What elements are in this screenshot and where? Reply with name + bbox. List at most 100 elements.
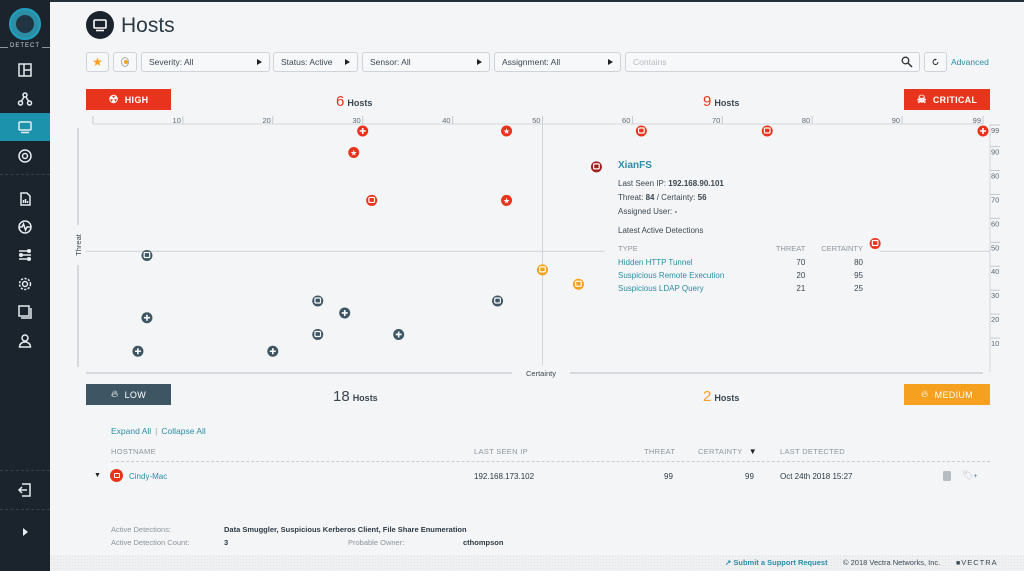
col-threat: THREAT	[775, 244, 806, 253]
sidebar-item-detections[interactable]	[0, 142, 50, 170]
host-point-star[interactable]: ★	[348, 147, 360, 159]
sidebar-item-reports[interactable]	[0, 185, 50, 213]
critical-count: 9 Hosts	[703, 93, 740, 110]
sidebar-item-user[interactable]	[0, 327, 50, 355]
col-certainty[interactable]: CERTAINTY ▼	[698, 447, 757, 456]
detection-link[interactable]: Suspicious Remote Execution	[618, 271, 724, 280]
col-last-detected[interactable]: LAST DETECTED	[780, 447, 845, 456]
host-point-star[interactable]: ★	[501, 194, 513, 206]
sort-desc-icon: ▼	[748, 447, 757, 456]
status-filter[interactable]: Status: Active	[273, 52, 358, 72]
detection-certainty: 80	[854, 258, 863, 267]
skull-icon: ☠	[916, 94, 927, 106]
divider	[0, 509, 50, 510]
search-icon[interactable]	[901, 56, 913, 68]
host-point-host[interactable]	[492, 295, 504, 307]
sidebar-item-settings[interactable]	[0, 270, 50, 298]
col-certainty: CERTAINTY	[821, 244, 863, 253]
detection-link[interactable]: Suspicious LDAP Query	[618, 284, 704, 293]
x-tick-label: 30	[352, 116, 360, 125]
popup-hostname[interactable]: XianFS	[618, 160, 868, 171]
point-marker	[635, 125, 647, 137]
host-point-host[interactable]	[312, 328, 324, 340]
host-point-plus[interactable]	[132, 345, 144, 357]
search-input[interactable]: Contains	[625, 52, 920, 72]
detection-threat: 70	[796, 258, 806, 267]
low-label: LOW	[124, 389, 147, 400]
target-button[interactable]	[113, 52, 137, 72]
sidebar-expand-button[interactable]	[0, 518, 50, 546]
user-icon	[18, 334, 32, 348]
logo[interactable]	[9, 8, 41, 40]
add-tag-icon[interactable]: 🏷︎+	[962, 470, 978, 481]
star-icon: ★	[350, 149, 357, 158]
assignment-filter-label: Assignment: All	[502, 57, 561, 67]
favorites-button[interactable]: ★	[86, 52, 109, 72]
host-point-host[interactable]	[635, 125, 647, 137]
advanced-link[interactable]: Advanced	[951, 57, 989, 67]
active-detections-value: Data Smuggler, Suspicious Kerberos Clien…	[224, 525, 467, 534]
hostname-link[interactable]: Cindy-Mac	[129, 472, 167, 481]
point-marker	[572, 278, 584, 290]
star-icon: ★	[503, 196, 510, 205]
sidebar-item-manage[interactable]	[0, 298, 50, 326]
host-point-host[interactable]	[869, 238, 881, 250]
divider	[0, 470, 50, 471]
sidebar-item-hosts[interactable]	[0, 113, 50, 141]
host-point-host[interactable]	[572, 278, 584, 290]
expand-icon	[23, 528, 28, 536]
host-point-plus[interactable]	[267, 345, 279, 357]
y-tick-label: 10	[991, 339, 999, 348]
col-threat[interactable]: THREAT	[644, 447, 675, 456]
host-point-plus[interactable]	[357, 125, 369, 137]
low-count: 18 Hosts	[333, 388, 378, 405]
radiation-icon: ☢	[108, 94, 119, 106]
host-point-host[interactable]	[590, 161, 602, 173]
collapse-all-link[interactable]: Collapse All	[161, 426, 205, 436]
assignment-filter[interactable]: Assignment: All	[494, 52, 621, 72]
host-point-host[interactable]	[761, 125, 773, 137]
host-point-plus[interactable]	[393, 328, 405, 340]
sidebar-item-network[interactable]	[0, 85, 50, 113]
flame-icon: 🔥︎	[110, 389, 119, 400]
host-point-host[interactable]	[366, 194, 378, 206]
host-point-host[interactable]	[141, 249, 153, 261]
clipboard-icon[interactable]	[943, 471, 951, 481]
low-quadrant-button[interactable]: 🔥︎ LOW	[86, 384, 171, 405]
sidebar-item-filters[interactable]	[0, 241, 50, 269]
copyright: © 2018 Vectra Networks, Inc.	[843, 558, 941, 567]
high-quadrant-button[interactable]: ☢ HIGH	[86, 89, 171, 110]
sidebar-item-logout[interactable]	[0, 476, 50, 504]
host-point-star[interactable]: ★	[501, 125, 513, 137]
chevron-right-icon	[608, 59, 613, 65]
host-point-host[interactable]	[536, 264, 548, 276]
host-point-host[interactable]	[312, 295, 324, 307]
star-icon: ★	[503, 127, 510, 136]
host-point-plus[interactable]	[339, 307, 351, 319]
severity-filter[interactable]: Severity: All	[141, 52, 270, 72]
probable-owner-label: Probable Owner:	[348, 538, 405, 547]
sensor-filter[interactable]: Sensor: All	[362, 52, 490, 72]
expand-all-link[interactable]: Expand All	[111, 426, 151, 436]
col-hostname[interactable]: HOSTNAME	[111, 447, 156, 456]
main-content	[50, 0, 1024, 571]
support-link[interactable]: ↗ Submit a Support Request	[725, 558, 828, 567]
refresh-icon	[932, 58, 939, 65]
critical-quadrant-button[interactable]: ☠ CRITICAL	[904, 89, 990, 110]
host-point-plus[interactable]	[141, 312, 153, 324]
settings-icon	[18, 277, 32, 291]
detections-icon	[18, 149, 32, 163]
medium-quadrant-button[interactable]: 🔥︎ MEDIUM	[904, 384, 990, 405]
col-last-seen-ip[interactable]: LAST SEEN IP	[474, 447, 528, 456]
sidebar-item-health[interactable]	[0, 213, 50, 241]
point-marker	[141, 249, 153, 261]
refresh-button[interactable]	[924, 52, 947, 72]
status-filter-label: Status: Active	[281, 57, 333, 67]
host-point-plus[interactable]	[977, 125, 989, 137]
active-detections-label: Active Detections:	[111, 525, 172, 534]
dashboard-icon	[18, 63, 32, 77]
detection-link[interactable]: Hidden HTTP Tunnel	[618, 258, 693, 267]
sidebar-item-dashboard[interactable]	[0, 56, 50, 84]
popup-threat: 84	[645, 193, 655, 202]
collapse-row-icon[interactable]: ▼	[94, 472, 101, 479]
